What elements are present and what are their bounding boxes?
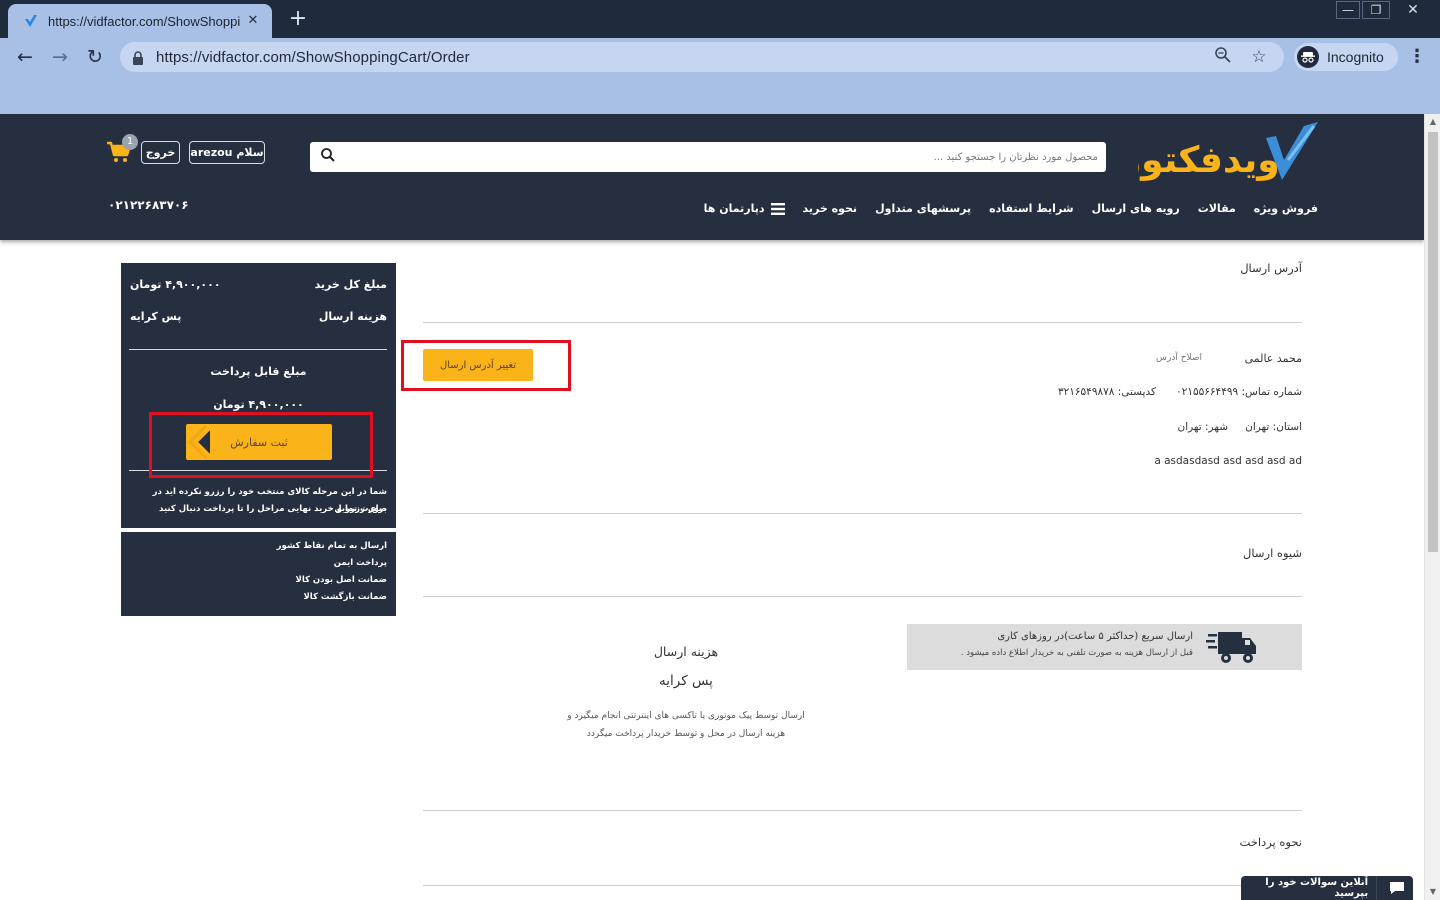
browser-tabstrip: https://vidfactor.com/ShowShoppi ✕ + — ❐… [0, 0, 1440, 38]
nav-special-sale[interactable]: فروش ویژه [1254, 202, 1318, 215]
page-scrollbar[interactable]: ▲ ▼ [1424, 114, 1440, 900]
highlight-order-button [149, 412, 373, 478]
recipient-city: شهر: تهران [1177, 421, 1229, 433]
section-divider [423, 810, 1302, 811]
user-greeting-button[interactable]: سلام arezou [189, 141, 265, 164]
logo-wordmark: ویدفکتور [1138, 140, 1280, 181]
section-divider [423, 322, 1302, 323]
feature-return-guarantee: ضمانت بازگشت کالا [303, 592, 387, 602]
shipping-cost-desc-2: هزینه ارسال در محل و توسط خریدار پرداخت … [586, 729, 786, 739]
shipping-method-title: ارسال سریع (حداکثر ۵ ساعت)در روزهای کاری [997, 631, 1193, 642]
feature-nationwide-shipping: ارسال به تمام نقاط کشور [276, 541, 387, 551]
back-arrow-icon[interactable]: ← [12, 45, 38, 69]
nav-shipping-policy[interactable]: رویه های ارسال [1092, 202, 1180, 215]
site-favicon-icon [22, 12, 40, 30]
url-text[interactable]: https://vidfactor.com/ShowShoppingCart/O… [156, 49, 1212, 66]
bookmark-star-icon[interactable]: ☆ [1248, 46, 1270, 68]
tab-close-icon[interactable]: ✕ [244, 12, 262, 30]
nav-departments[interactable]: دپارتمان ها [704, 202, 785, 215]
payment-section-title: نحوه پرداخت [1239, 835, 1302, 849]
zoom-icon[interactable] [1212, 46, 1234, 68]
summary-payable-label: مبلغ قابل پرداخت [210, 365, 307, 378]
summary-note-line-2: برای رزرو و خرید نهایی مراحل را تا پرداخ… [159, 504, 387, 514]
summary-divider [129, 349, 387, 350]
summary-payable-value: ۴,۹۰۰,۰۰۰ تومان [213, 398, 304, 411]
hamburger-menu-icon [770, 202, 785, 215]
shipping-cost-block: هزینه ارسال پس کرایه ارسال توسط پیک موتو… [520, 644, 852, 743]
nav-departments-label: دپارتمان ها [703, 202, 765, 215]
summary-total-value: ۴,۹۰۰,۰۰۰ تومان [130, 278, 221, 291]
page-viewport: ویدفکتور سلام arezou خروج 1 ۰۲۱۲۲۶۸۳۷۰۶ [0, 114, 1424, 900]
features-panel: ارسال به تمام نقاط کشور پرداخت ایمن ضمان… [121, 532, 396, 616]
summary-total-row: مبلغ کل خرید ۴,۹۰۰,۰۰۰ تومان [130, 278, 387, 291]
chat-label: آنلاین سوالات خود را بپرسید [1265, 877, 1369, 899]
chat-bubble-icon [1389, 881, 1405, 895]
address-section-title: آدرس ارسال [1240, 261, 1302, 275]
scrollbar-thumb[interactable] [1428, 132, 1438, 552]
nav-faq[interactable]: پرسشهای متداول [875, 202, 971, 215]
support-phone: ۰۲۱۲۲۶۸۳۷۰۶ [108, 198, 189, 212]
delivery-truck-icon [1206, 632, 1256, 663]
search-icon[interactable] [320, 147, 340, 167]
browser-tab[interactable]: https://vidfactor.com/ShowShoppi ✕ [8, 4, 272, 38]
shipping-method-option[interactable]: ارسال سریع (حداکثر ۵ ساعت)در روزهای کاری… [907, 624, 1302, 670]
recipient-street: a asdasdasd asd asd asd ad [1154, 455, 1302, 467]
chat-separator [1376, 876, 1377, 900]
summary-shipping-label: هزینه ارسال [318, 310, 387, 323]
forward-arrow-icon[interactable]: → [47, 45, 73, 69]
summary-total-label: مبلغ کل خرید [314, 278, 387, 291]
recipient-phone: شماره تماس: ۰۲۱۵۵۶۶۴۴۹۹ [1176, 386, 1302, 398]
section-divider [423, 596, 1302, 597]
shipping-section-title: شیوه ارسال [1243, 546, 1302, 560]
address-bar[interactable]: https://vidfactor.com/ShowShoppingCart/O… [120, 42, 1284, 72]
search-input[interactable] [340, 143, 1106, 171]
reload-icon[interactable]: ↻ [82, 45, 108, 69]
main-nav: دپارتمان ها نحوه خرید پرسشهای متداول شرا… [704, 202, 1318, 215]
nav-articles[interactable]: مقالات [1198, 202, 1236, 215]
site-logo[interactable]: ویدفکتور [1118, 120, 1318, 188]
cart-button[interactable]: 1 [106, 134, 138, 166]
scroll-down-arrow-icon[interactable]: ▼ [1425, 884, 1440, 900]
bookmark-bar [0, 76, 1440, 114]
window-close-button[interactable]: ✕ [1392, 0, 1434, 20]
window-restore-button[interactable]: ❐ [1362, 1, 1390, 19]
feature-authenticity: ضمانت اصل بودن کالا [295, 575, 388, 585]
logout-button[interactable]: خروج [141, 141, 180, 164]
search-box[interactable] [310, 142, 1106, 172]
nav-terms[interactable]: شرایط استفاده [989, 202, 1073, 215]
site-header: ویدفکتور سلام arezou خروج 1 ۰۲۱۲۲۶۸۳۷۰۶ [0, 114, 1424, 240]
shipping-cost-value: پس کرایه [659, 673, 713, 689]
highlight-change-address [401, 340, 571, 391]
incognito-indicator[interactable]: Incognito [1294, 43, 1398, 71]
section-divider [423, 885, 1302, 886]
feature-secure-payment: پرداخت ایمن [333, 558, 387, 568]
order-summary-panel: مبلغ کل خرید ۴,۹۰۰,۰۰۰ تومان هزینه ارسال… [121, 263, 396, 528]
recipient-name: محمد عالمی [1244, 352, 1302, 365]
tab-title: https://vidfactor.com/ShowShoppi [48, 13, 241, 29]
edit-address-link[interactable]: اصلاح آدرس [1156, 353, 1202, 363]
window-minimize-button[interactable]: — [1336, 1, 1360, 19]
shipping-method-description: قبل از ارسال هزینه به صورت تلفنی به خرید… [960, 648, 1193, 658]
nav-how-to-buy[interactable]: نحوه خرید [803, 202, 858, 215]
recipient-postal-code: کدپستی: ۳۲۱۶۵۴۹۸۷۸ [1057, 386, 1156, 398]
shipping-cost-desc-1: ارسال توسط پیک موتوری یا تاکسی های اینتر… [567, 711, 805, 721]
lock-icon [132, 50, 146, 65]
new-tab-button[interactable]: + [284, 6, 312, 34]
browser-menu-icon[interactable]: ⋮ [1408, 46, 1426, 68]
scroll-up-arrow-icon[interactable]: ▲ [1425, 114, 1440, 130]
live-chat-widget[interactable]: آنلاین سوالات خود را بپرسید [1241, 876, 1413, 900]
browser-toolbar: ← → ↻ https://vidfactor.com/ShowShopping… [0, 38, 1440, 76]
shipping-cost-label: هزینه ارسال [653, 644, 719, 659]
recipient-province: استان: تهران [1245, 421, 1302, 433]
cart-count-badge: 1 [122, 134, 138, 150]
incognito-label: Incognito [1327, 49, 1384, 65]
summary-shipping-value: پس کرایه [130, 310, 182, 323]
section-divider [423, 513, 1302, 514]
summary-shipping-row: هزینه ارسال پس کرایه [130, 310, 387, 323]
incognito-icon [1297, 46, 1319, 68]
